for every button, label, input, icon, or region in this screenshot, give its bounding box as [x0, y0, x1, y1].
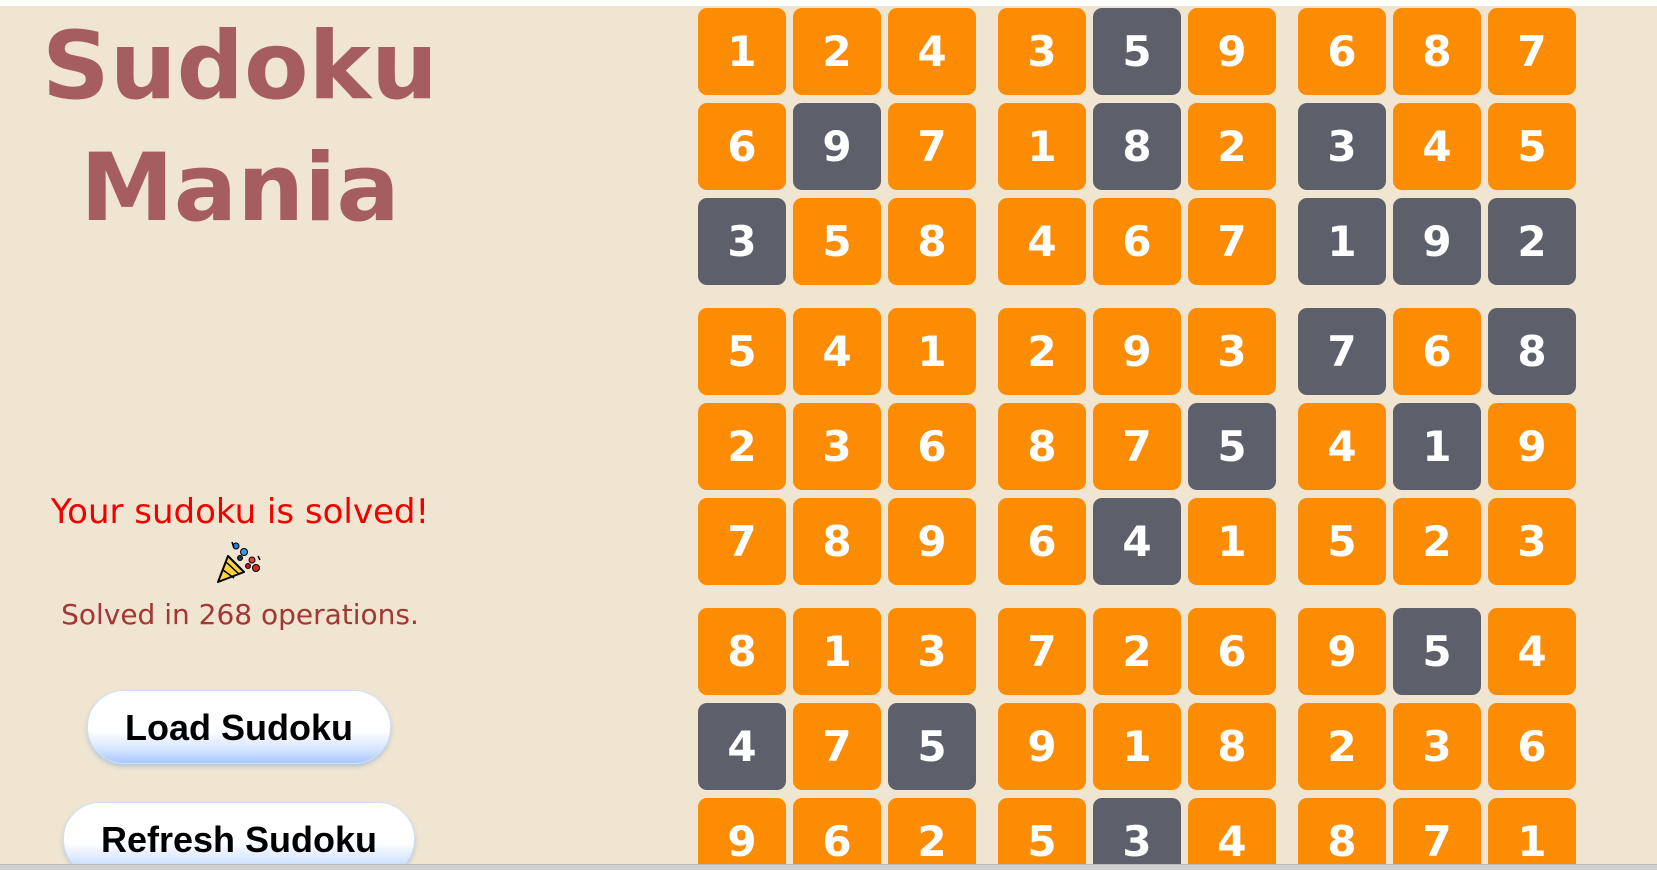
given-cell[interactable]: 8: [1488, 308, 1576, 395]
solved-cell[interactable]: 2: [888, 798, 976, 870]
solved-cell[interactable]: 2: [1093, 608, 1181, 695]
solved-cell[interactable]: 9: [1488, 403, 1576, 490]
solved-cell[interactable]: 5: [1488, 103, 1576, 190]
page-title: Sudoku Mania: [0, 6, 480, 250]
solved-cell[interactable]: 9: [888, 498, 976, 585]
solved-cell[interactable]: 2: [1188, 103, 1276, 190]
solved-cell[interactable]: 1: [888, 308, 976, 395]
solved-cell[interactable]: 4: [1298, 403, 1386, 490]
solved-cell[interactable]: 6: [1298, 8, 1386, 95]
given-cell[interactable]: 7: [1298, 308, 1386, 395]
solved-cell[interactable]: 8: [1188, 703, 1276, 790]
solved-cell[interactable]: 2: [698, 403, 786, 490]
solved-cell[interactable]: 3: [1188, 308, 1276, 395]
solved-cell[interactable]: 9: [998, 703, 1086, 790]
title-line-1: Sudoku: [42, 12, 438, 121]
solved-cell[interactable]: 5: [1298, 498, 1386, 585]
solved-cell[interactable]: 7: [888, 103, 976, 190]
solved-cell[interactable]: 2: [793, 8, 881, 95]
load-sudoku-button[interactable]: Load Sudoku: [87, 690, 391, 764]
solved-cell[interactable]: 5: [698, 308, 786, 395]
given-cell[interactable]: 1: [1298, 198, 1386, 285]
status-message: Your sudoku is solved!: [50, 492, 430, 532]
given-cell[interactable]: 8: [1093, 103, 1181, 190]
party-popper-icon: [217, 541, 261, 583]
solved-cell[interactable]: 4: [1188, 798, 1276, 870]
given-cell[interactable]: 3: [1298, 103, 1386, 190]
given-cell[interactable]: 2: [1488, 198, 1576, 285]
solved-cell[interactable]: 4: [1488, 608, 1576, 695]
given-cell[interactable]: 3: [698, 198, 786, 285]
solved-cell[interactable]: 7: [793, 703, 881, 790]
solved-cell[interactable]: 8: [1298, 798, 1386, 870]
solved-cell[interactable]: 8: [698, 608, 786, 695]
solved-cell[interactable]: 1: [793, 608, 881, 695]
given-cell[interactable]: 5: [1188, 403, 1276, 490]
given-cell[interactable]: 3: [1093, 798, 1181, 870]
given-cell[interactable]: 5: [888, 703, 976, 790]
solved-cell[interactable]: 2: [1393, 498, 1481, 585]
solved-cell[interactable]: 9: [1298, 608, 1386, 695]
given-cell[interactable]: 9: [793, 103, 881, 190]
solved-cell[interactable]: 6: [1188, 608, 1276, 695]
solved-cell[interactable]: 7: [1488, 8, 1576, 95]
page: Sudoku Mania Your sudoku is solved! Solv…: [0, 0, 1657, 870]
solved-cell[interactable]: 3: [998, 8, 1086, 95]
solved-cell[interactable]: 5: [793, 198, 881, 285]
solved-cell[interactable]: 2: [998, 308, 1086, 395]
solved-cell[interactable]: 1: [1093, 703, 1181, 790]
solved-cell[interactable]: 7: [1188, 198, 1276, 285]
solved-cell[interactable]: 9: [1093, 308, 1181, 395]
solved-cell[interactable]: 7: [998, 608, 1086, 695]
solved-cell[interactable]: 2: [1298, 703, 1386, 790]
solved-cell[interactable]: 6: [1488, 703, 1576, 790]
solved-cell[interactable]: 4: [1393, 103, 1481, 190]
solved-cell[interactable]: 4: [998, 198, 1086, 285]
solved-cell[interactable]: 7: [698, 498, 786, 585]
solved-cell[interactable]: 6: [1393, 308, 1481, 395]
solved-cell[interactable]: 4: [888, 8, 976, 95]
solved-cell[interactable]: 3: [1488, 498, 1576, 585]
operations-count: Solved in 268 operations.: [61, 598, 419, 631]
solved-cell[interactable]: 9: [698, 798, 786, 870]
given-cell[interactable]: 5: [1393, 608, 1481, 695]
solved-cell[interactable]: 6: [1093, 198, 1181, 285]
solved-cell[interactable]: 6: [793, 798, 881, 870]
given-cell[interactable]: 5: [1093, 8, 1181, 95]
solved-cell[interactable]: 6: [698, 103, 786, 190]
solved-cell[interactable]: 1: [1188, 498, 1276, 585]
solved-cell[interactable]: 3: [793, 403, 881, 490]
solved-cell[interactable]: 7: [1393, 798, 1481, 870]
solved-cell[interactable]: 4: [793, 308, 881, 395]
solved-cell[interactable]: 8: [793, 498, 881, 585]
solved-cell[interactable]: 3: [1393, 703, 1481, 790]
solved-cell[interactable]: 6: [998, 498, 1086, 585]
given-cell[interactable]: 4: [1093, 498, 1181, 585]
solved-cell[interactable]: 5: [998, 798, 1086, 870]
bottom-strip: [0, 864, 1657, 870]
solved-cell[interactable]: 8: [1393, 8, 1481, 95]
given-cell[interactable]: 1: [1393, 403, 1481, 490]
solved-cell[interactable]: 7: [1093, 403, 1181, 490]
solved-cell[interactable]: 8: [888, 198, 976, 285]
refresh-sudoku-button[interactable]: Refresh Sudoku: [63, 802, 415, 870]
solved-cell[interactable]: 1: [698, 8, 786, 95]
solved-cell[interactable]: 9: [1188, 8, 1276, 95]
given-cell[interactable]: 4: [698, 703, 786, 790]
solved-cell[interactable]: 3: [888, 608, 976, 695]
title-line-2: Mania: [80, 134, 400, 243]
solved-cell[interactable]: 6: [888, 403, 976, 490]
solved-cell[interactable]: 8: [998, 403, 1086, 490]
solved-cell[interactable]: 1: [1488, 798, 1576, 870]
solved-cell[interactable]: 1: [998, 103, 1086, 190]
given-cell[interactable]: 9: [1393, 198, 1481, 285]
